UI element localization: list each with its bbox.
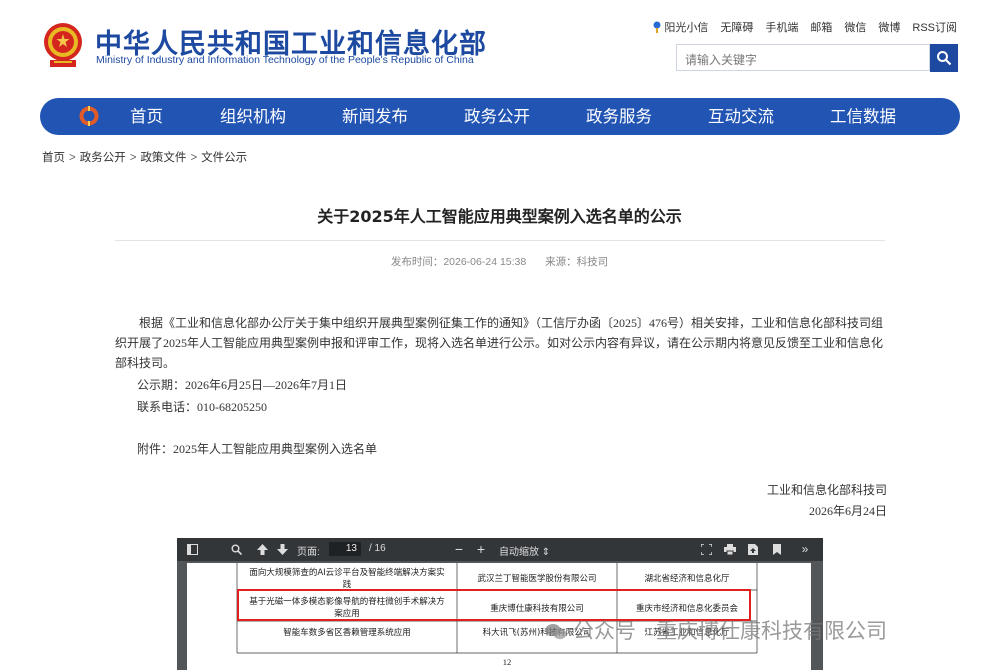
wechat-icon: [545, 624, 567, 640]
breadcrumb-separator: >: [69, 152, 76, 164]
sidebar-toggle-icon[interactable]: [185, 542, 199, 556]
top-link-mobile[interactable]: 手机端: [765, 19, 798, 35]
top-link-rss[interactable]: RSS订阅: [912, 19, 957, 35]
nav-item-news[interactable]: 新闻发布: [342, 98, 408, 135]
print-icon[interactable]: [723, 542, 737, 556]
breadcrumb-separator: >: [129, 152, 137, 164]
nav-item-organization[interactable]: 组织机构: [220, 98, 286, 135]
pdf-toolbar: 页面: 13 / 16 − + 自动缩放 ⇕ »: [177, 538, 823, 561]
attachment-link[interactable]: 附件：2025年人工智能应用典型案例入选名单: [137, 440, 377, 457]
search-input[interactable]: 请输入关键字: [676, 44, 930, 71]
table-cell-company: 武汉兰丁智能医学股份有限公司: [477, 574, 597, 584]
nav-item-interaction[interactable]: 互动交流: [708, 98, 774, 135]
breadcrumb: 首页 > 政务公开 > 政策文件 > 文件公示: [42, 149, 247, 165]
top-link-weibo[interactable]: 微博: [878, 19, 900, 35]
more-tools-icon[interactable]: »: [798, 542, 812, 556]
page-total: / 16: [369, 543, 386, 554]
bookmark-icon[interactable]: [770, 542, 784, 556]
zoom-in-icon[interactable]: +: [474, 541, 488, 557]
article-source: 来源：科技司: [545, 256, 609, 268]
nav-item-government-services[interactable]: 政务服务: [586, 98, 652, 135]
zoom-select[interactable]: 自动缩放 ⇕: [499, 543, 550, 558]
signature-org: 工业和信息化部科技司: [766, 483, 887, 497]
find-icon[interactable]: [229, 542, 243, 556]
chevron-updown-icon: ⇕: [541, 547, 551, 558]
national-emblem-icon: [44, 23, 82, 67]
sunshine-icon: [653, 21, 661, 33]
publish-time: 发布时间：2026-06-24 15:38: [390, 256, 527, 268]
nav-item-government-affairs[interactable]: 政务公开: [464, 98, 530, 135]
page-down-icon[interactable]: [275, 542, 289, 556]
top-link-mail[interactable]: 邮箱: [810, 19, 832, 35]
top-links: 阳光小信 无障碍 手机端 邮箱 微信 微博 RSS订阅: [652, 19, 957, 35]
title-divider: [115, 240, 885, 241]
presentation-mode-icon[interactable]: [699, 542, 713, 556]
article-paragraph: 根据《工业和信息化部办公厅关于集中组织开展典型案例征集工作的通知》（工信厅办函〔…: [115, 316, 884, 370]
pdf-page-number: 12: [502, 657, 512, 667]
zoom-out-icon[interactable]: −: [452, 541, 466, 557]
search-icon: [937, 51, 952, 66]
nav-item-data[interactable]: 工信数据: [830, 98, 896, 135]
article-title: 关于2025年人工智能应用典型案例入选名单的公示: [317, 207, 682, 226]
page-up-icon[interactable]: [255, 542, 269, 556]
nav-item-home[interactable]: 首页: [130, 98, 163, 135]
article-meta: 发布时间：2026-06-24 15:38 来源：科技司: [0, 254, 999, 269]
breadcrumb-file-notice[interactable]: 文件公示: [201, 152, 247, 164]
page-label: 页面:: [297, 547, 320, 558]
notice-period: 公示期：2026年6月25日—2026年7月1日: [137, 378, 348, 392]
table-cell-recommender: 湖北省经济和信息化厅: [644, 574, 730, 584]
search-button[interactable]: [930, 44, 958, 72]
page-number-input[interactable]: 13: [329, 542, 361, 556]
table-cell-case: 智能车数多省区香赖管理系统应用: [283, 628, 411, 638]
site-header: 中华人民共和国工业和信息化部 Ministry of Industry and …: [0, 0, 999, 95]
signature-date: 2026年6月24日: [808, 504, 887, 518]
breadcrumb-policy-documents[interactable]: 政策文件: [140, 152, 186, 164]
download-icon[interactable]: [746, 542, 760, 556]
top-link-wechat[interactable]: 微信: [844, 19, 866, 35]
breadcrumb-separator: >: [190, 152, 198, 164]
main-nav: 首页 组织机构 新闻发布 政务公开 政务服务 互动交流 工信数据: [40, 98, 960, 135]
contact-phone: 联系电话：010-68205250: [137, 400, 267, 414]
table-cell-case: 面向大规模筛查的AI云诊平台及智能终端解决方案实践: [249, 568, 445, 590]
ministry-logo-icon[interactable]: [78, 105, 100, 127]
breadcrumb-government-affairs[interactable]: 政务公开: [80, 152, 126, 164]
watermark: 公众号 · 重庆博仕康科技有限公司: [545, 615, 887, 645]
top-link-sunshine[interactable]: 阳光小信: [652, 19, 708, 35]
top-link-accessibility[interactable]: 无障碍: [720, 19, 753, 35]
breadcrumb-home[interactable]: 首页: [42, 152, 65, 164]
site-subtitle: Ministry of Industry and Information Tec…: [96, 54, 474, 66]
